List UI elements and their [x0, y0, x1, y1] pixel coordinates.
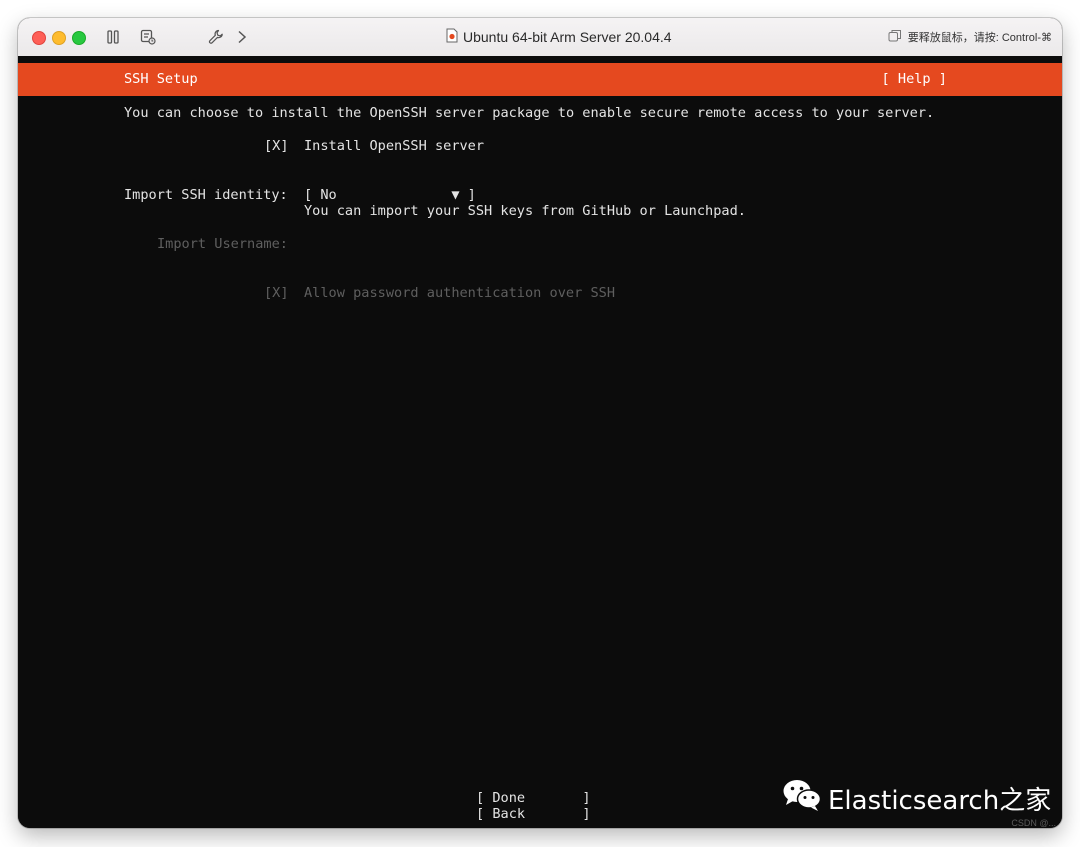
page-title: SSH Setup: [124, 71, 198, 87]
maximize-window-button[interactable]: [72, 31, 86, 45]
release-mouse-hint: 要释放鼠标，请按: Control-⌘: [888, 29, 1052, 45]
window-title: Ubuntu 64-bit Arm Server 20.04.4: [446, 28, 672, 46]
watermark: Elasticsearch之家: [782, 778, 1051, 819]
settings-wrench-icon[interactable]: [206, 27, 226, 47]
back-button[interactable]: [ Back ]: [476, 806, 591, 822]
snapshot-icon[interactable]: [138, 27, 158, 47]
vm-console-screen[interactable]: SSH Setup [ Help ] You can choose to ins…: [18, 56, 1062, 828]
chevron-right-icon[interactable]: [232, 27, 252, 47]
csdn-corner-mark: CSDN @...: [1011, 818, 1056, 828]
vm-document-icon: [446, 28, 458, 46]
vm-window: Ubuntu 64-bit Arm Server 20.04.4 要释放鼠标，请…: [18, 18, 1062, 828]
import-identity-help: You can import your SSH keys from GitHub…: [304, 203, 746, 219]
minimize-window-button[interactable]: [52, 31, 66, 45]
window-overlap-icon: [888, 29, 902, 45]
window-title-text: Ubuntu 64-bit Arm Server 20.04.4: [463, 29, 672, 45]
wechat-icon: [782, 778, 822, 819]
import-username-label: Import Username:: [157, 236, 288, 252]
window-titlebar: Ubuntu 64-bit Arm Server 20.04.4 要释放鼠标，请…: [18, 18, 1062, 57]
pause-icon[interactable]: [103, 27, 123, 47]
install-openssh-label[interactable]: Install OpenSSH server: [304, 138, 484, 154]
done-button[interactable]: [ Done ]: [476, 790, 591, 806]
import-identity-dropdown[interactable]: [ No ▼ ]: [304, 187, 476, 203]
allow-password-label[interactable]: Allow password authentication over SSH: [304, 285, 615, 301]
import-identity-label: Import SSH identity:: [124, 187, 288, 203]
release-hint-text: 要释放鼠标，请按: Control-⌘: [907, 32, 1052, 44]
installer-header: SSH Setup [ Help ]: [18, 63, 1062, 96]
description-text: You can choose to install the OpenSSH se…: [124, 105, 935, 121]
help-button[interactable]: [ Help ]: [882, 71, 947, 87]
watermark-text: Elasticsearch之家: [828, 786, 1052, 816]
close-window-button[interactable]: [32, 31, 46, 45]
allow-password-checkbox[interactable]: [X]: [264, 285, 289, 301]
install-openssh-checkbox[interactable]: [X]: [264, 138, 289, 154]
